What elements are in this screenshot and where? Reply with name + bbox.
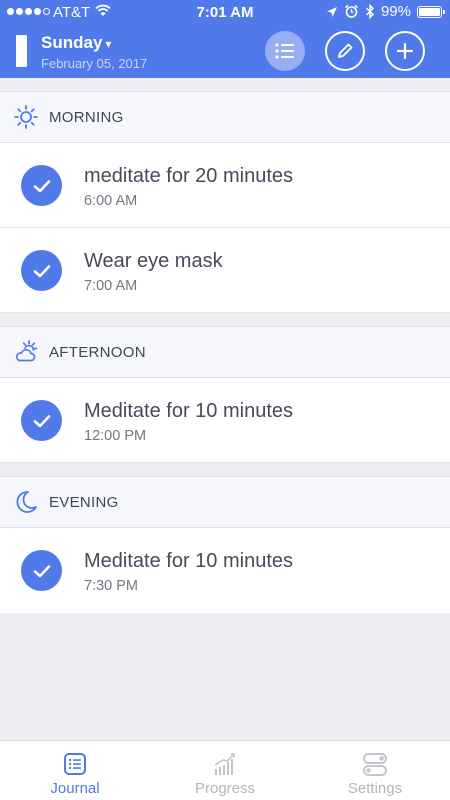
bottom-tab-bar: Journal Progress Settings — [0, 740, 450, 800]
battery-icon — [417, 5, 445, 18]
moon-icon — [13, 489, 39, 515]
task-time: 7:00 AM — [84, 278, 138, 294]
section-title: EVENING — [49, 493, 119, 511]
task-time: 12:00 PM — [84, 428, 147, 444]
task-item[interactable]: meditate for 20 minutes 6:00 AM — [0, 143, 450, 228]
plus-icon — [396, 42, 414, 60]
journal-list: MORNING meditate for 20 minutes 6:00 AM … — [0, 78, 450, 613]
section-header-morning: MORNING — [0, 91, 450, 143]
list-view-button[interactable] — [265, 31, 305, 71]
location-arrow-icon — [326, 6, 337, 17]
battery-level-fill — [419, 7, 440, 16]
task-item[interactable]: Meditate for 10 minutes 7:30 PM — [0, 528, 450, 613]
journal-icon — [64, 753, 86, 775]
tab-label: Journal — [50, 780, 100, 797]
checkmark-icon — [33, 179, 50, 192]
status-bar: AT&T 7:01 AM 99% — [0, 0, 450, 26]
task-title: Meditate for 10 minutes — [84, 400, 293, 422]
task-title: meditate for 20 minutes — [84, 165, 293, 187]
day-label: Sunday — [41, 33, 103, 52]
task-complete-toggle[interactable] — [21, 165, 62, 206]
progress-chart-icon — [214, 753, 235, 775]
section-header-afternoon: AFTERNOON — [0, 326, 450, 378]
tab-label: Settings — [347, 780, 403, 797]
section-header-evening: EVENING — [0, 476, 450, 528]
day-indicator-bar — [16, 35, 27, 67]
task-complete-toggle[interactable] — [21, 250, 62, 291]
task-item[interactable]: Wear eye mask 7:00 AM — [0, 228, 450, 313]
alarm-icon — [344, 4, 358, 18]
day-selector[interactable]: Sunday ▾ — [41, 33, 111, 53]
tab-progress[interactable]: Progress — [150, 741, 300, 800]
task-item[interactable]: Meditate for 10 minutes 12:00 PM — [0, 378, 450, 463]
section-title: MORNING — [49, 108, 124, 126]
task-complete-toggle[interactable] — [21, 400, 62, 441]
edit-button[interactable] — [325, 31, 365, 71]
task-time: 6:00 AM — [84, 193, 138, 209]
pencil-icon — [338, 43, 353, 58]
task-complete-toggle[interactable] — [21, 550, 62, 591]
task-title: Meditate for 10 minutes — [84, 550, 293, 572]
settings-toggles-icon — [363, 753, 387, 776]
app-bar: Sunday ▾ February 05, 2017 — [0, 26, 450, 78]
tab-label: Progress — [194, 780, 256, 797]
section-title: AFTERNOON — [49, 343, 146, 361]
date-label: February 05, 2017 — [41, 56, 148, 71]
task-time: 7:30 PM — [84, 578, 138, 594]
partly-cloudy-icon — [13, 339, 39, 365]
add-button[interactable] — [385, 31, 425, 71]
task-title: Wear eye mask — [84, 250, 223, 272]
checkmark-icon — [33, 264, 50, 277]
app-header: AT&T 7:01 AM 99% Sunday ▾ February 05, 2… — [0, 0, 450, 78]
chevron-down-icon: ▾ — [105, 37, 112, 51]
tab-journal[interactable]: Journal — [0, 741, 150, 800]
bluetooth-icon — [365, 4, 375, 19]
battery-percentage: 99% — [380, 3, 411, 20]
status-indicators: 99% — [326, 3, 445, 20]
list-icon — [275, 43, 294, 59]
sun-icon — [13, 104, 39, 130]
tab-settings[interactable]: Settings — [300, 741, 450, 800]
checkmark-icon — [33, 564, 50, 577]
checkmark-icon — [33, 414, 50, 427]
